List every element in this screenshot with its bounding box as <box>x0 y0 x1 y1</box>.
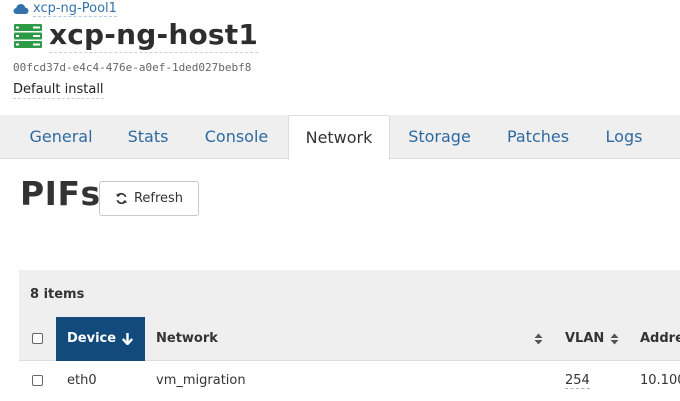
table-header: Device Network VLAN Addre <box>19 317 680 361</box>
tab-console[interactable]: Console <box>193 115 280 159</box>
column-address-label: Addre <box>640 331 680 346</box>
row-address: 10.100 <box>640 373 680 388</box>
column-address[interactable]: Addre <box>640 317 680 361</box>
table-row[interactable]: eth0 vm_migration 254 10.100 <box>19 361 680 401</box>
row-vlan[interactable]: 254 <box>565 361 590 401</box>
pool-name: xcp-ng-Pool1 <box>33 1 117 17</box>
host-page: xcp-ng-Pool1 xcp-ng-host1 00fcd37d-e4c4-… <box>0 0 680 401</box>
host-description[interactable]: Default install <box>13 81 104 99</box>
cloud-icon <box>13 4 29 14</box>
column-vlan-label: VLAN <box>565 331 605 346</box>
sort-icon[interactable] <box>610 333 619 345</box>
section-title: PIFs <box>20 174 101 213</box>
row-network: vm_migration <box>156 373 246 388</box>
column-network[interactable]: Network <box>156 317 546 361</box>
pool-link[interactable]: xcp-ng-Pool1 <box>13 1 117 17</box>
tab-general[interactable]: General <box>13 115 109 159</box>
server-icon <box>14 23 42 48</box>
tab-stats[interactable]: Stats <box>114 115 182 159</box>
column-device[interactable]: Device <box>56 317 145 361</box>
refresh-icon <box>116 192 127 205</box>
sort-icon[interactable] <box>534 333 543 345</box>
tab-network[interactable]: Network <box>288 115 390 160</box>
refresh-button[interactable]: Refresh <box>99 181 199 216</box>
row-vlan-value: 254 <box>565 373 590 389</box>
column-network-label: Network <box>156 331 218 346</box>
host-name[interactable]: xcp-ng-host1 <box>49 18 259 53</box>
tab-patches[interactable]: Patches <box>495 115 581 159</box>
column-device-label: Device <box>67 331 117 346</box>
item-count: 8 items <box>30 287 85 302</box>
arrow-down-icon <box>122 333 133 345</box>
row-checkbox[interactable] <box>32 375 43 386</box>
tab-logs[interactable]: Logs <box>596 115 652 159</box>
tab-storage[interactable]: Storage <box>398 115 481 159</box>
tab-bar: General Stats Console Network Storage Pa… <box>0 115 680 160</box>
host-uuid: 00fcd37d-e4c4-476e-a0ef-1ded027bebf8 <box>13 61 252 74</box>
row-device: eth0 <box>67 373 97 388</box>
pif-table: 8 items Device Network VLAN Addre eth0 v… <box>19 270 680 401</box>
select-all-checkbox[interactable] <box>32 333 43 344</box>
column-vlan[interactable]: VLAN <box>565 317 605 361</box>
refresh-label: Refresh <box>133 191 184 206</box>
item-count-bar: 8 items <box>19 270 680 317</box>
host-title: xcp-ng-host1 <box>13 18 259 53</box>
